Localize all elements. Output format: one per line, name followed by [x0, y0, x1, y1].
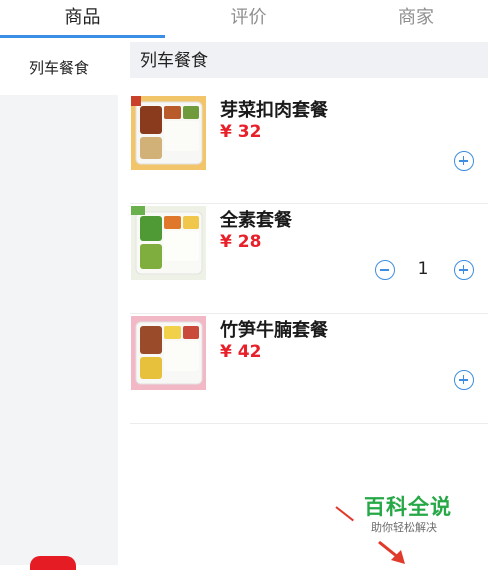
- product-item: 全素套餐 ¥ 28 1: [130, 203, 488, 314]
- product-image[interactable]: [131, 96, 206, 170]
- decrease-quantity-button[interactable]: [375, 260, 395, 280]
- product-item: 芽菜扣肉套餐 ¥ 32: [130, 93, 488, 204]
- add-to-cart-button[interactable]: [454, 151, 474, 171]
- watermark-subtitle: 助你轻松解决: [371, 521, 437, 534]
- product-list: 列车餐食 芽菜扣肉套餐 ¥ 32 全素套餐 ¥ 28 1 竹笋牛腩套餐 ¥ 42: [130, 38, 488, 565]
- product-image[interactable]: [131, 316, 206, 390]
- product-name: 竹笋牛腩套餐: [220, 320, 328, 341]
- add-to-cart-button[interactable]: [454, 370, 474, 390]
- tab-reviews[interactable]: 评价: [165, 0, 332, 38]
- category-sidebar: 列车餐食: [0, 38, 118, 565]
- tab-products[interactable]: 商品: [0, 0, 165, 38]
- watermark-title: 百科全说: [364, 495, 452, 519]
- product-price: ¥ 28: [220, 232, 262, 252]
- quantity-value: 1: [417, 259, 429, 279]
- product-item: 竹笋牛腩套餐 ¥ 42: [130, 313, 488, 424]
- product-image[interactable]: [131, 206, 206, 280]
- product-price: ¥ 42: [220, 342, 262, 362]
- product-name: 全素套餐: [220, 210, 292, 231]
- add-to-cart-button[interactable]: [454, 260, 474, 280]
- sidebar-item-train-meals[interactable]: 列车餐食: [0, 38, 118, 95]
- arrow-icon: [378, 540, 405, 564]
- tab-merchant[interactable]: 商家: [332, 0, 500, 38]
- cart-badge: [30, 556, 76, 570]
- product-name: 芽菜扣肉套餐: [220, 100, 328, 121]
- section-title: 列车餐食: [130, 42, 488, 78]
- tab-bar: 商品 评价 商家: [0, 0, 500, 38]
- product-price: ¥ 32: [220, 122, 262, 142]
